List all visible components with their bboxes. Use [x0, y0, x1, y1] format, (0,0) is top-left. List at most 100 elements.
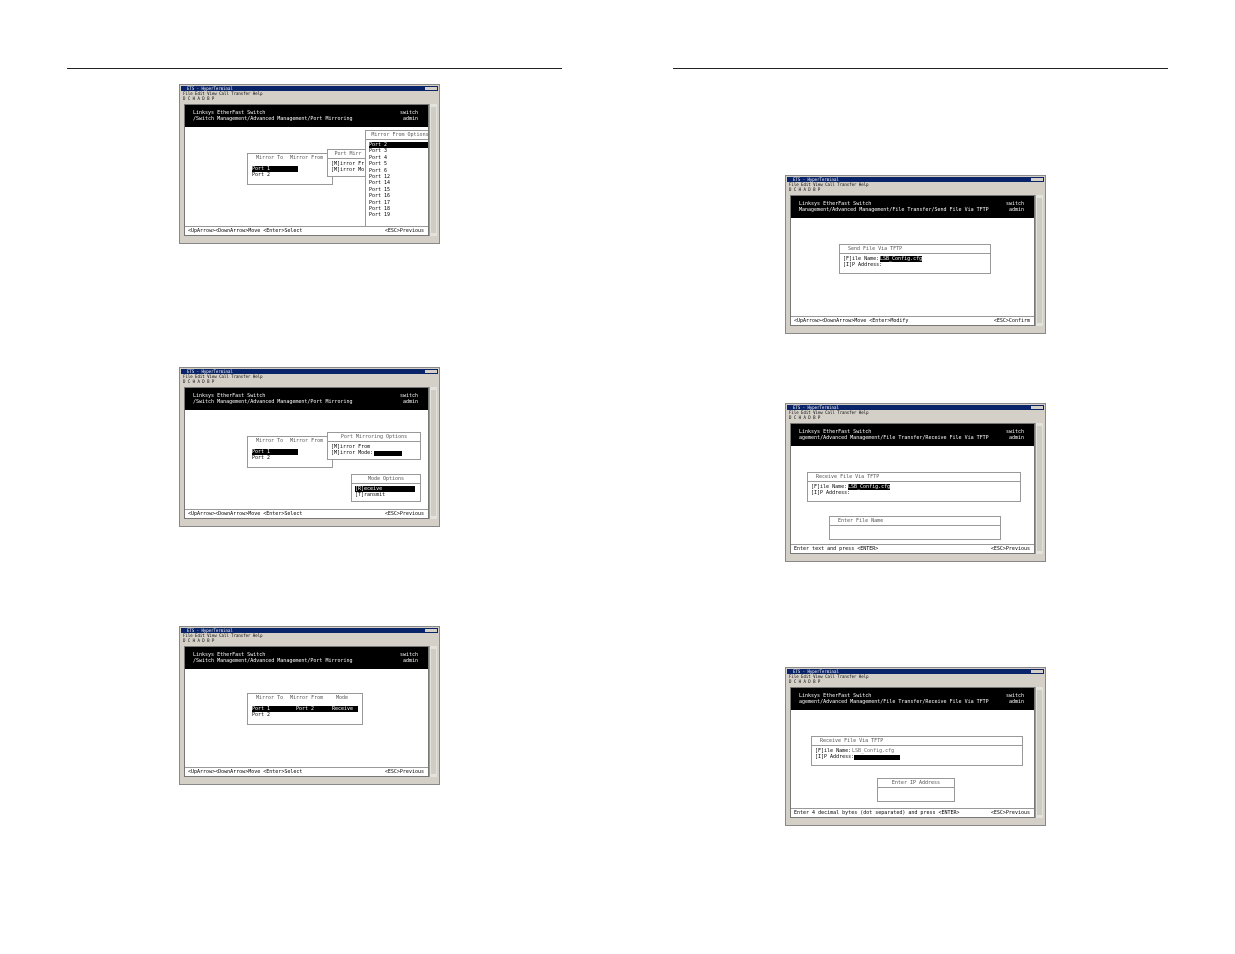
status-bar: Enter 4 decimal bytes (dot separated) an…: [791, 808, 1034, 817]
status-back: <ESC>Previous: [384, 228, 424, 234]
username: admin: [402, 116, 418, 122]
file-name-value[interactable]: LSB_Config.cfg: [848, 484, 891, 490]
status-hint: Enter 4 decimal bytes (dot separated) an…: [794, 810, 960, 816]
scrollbar[interactable]: [1035, 195, 1043, 326]
ip-address-label[interactable]: [I]P Address:: [843, 262, 882, 268]
toolbar[interactable]: D C H A D B P: [787, 679, 1044, 685]
window-controls[interactable]: [425, 629, 437, 632]
status-nav: <UpArrow><DownArrow>Move <Enter>Select: [188, 228, 303, 234]
terminal-area[interactable]: Linksys EtherFast Switch agement/Advance…: [790, 423, 1035, 554]
screenshot-receive-file-enter-ip: ETS - HyperTerminal File Edit View Call …: [785, 667, 1046, 826]
port-list-item[interactable]: Port 3: [369, 148, 387, 154]
menu-path: /Switch Management/Advanced Management/P…: [193, 658, 353, 664]
toolbar[interactable]: D C H A D B P: [181, 379, 438, 385]
port-list-item[interactable]: Port 14: [369, 180, 390, 186]
window-controls[interactable]: [425, 370, 437, 373]
scrollbar[interactable]: [429, 104, 437, 236]
terminal-header: Linksys EtherFast Switch agement/Advance…: [791, 424, 1034, 446]
table-row[interactable]: Port 2: [252, 455, 270, 461]
mode-option-transmit[interactable]: [T]ransmit: [355, 492, 385, 498]
port-list-item[interactable]: Port 2: [369, 142, 428, 148]
terminal-header: Linksys EtherFast Switch /Switch Managem…: [185, 388, 428, 410]
col-mirror-to: Mirror To: [256, 695, 284, 701]
status-hint: Enter text and press <ENTER>: [794, 546, 879, 552]
port-list-item[interactable]: Port 5: [369, 161, 387, 167]
status-back: <ESC>Previous: [990, 546, 1030, 552]
page-rule-left: [67, 68, 562, 69]
mirror-table: Mirror To Mirror From Port 1 Port 2: [247, 436, 333, 468]
port-list-item[interactable]: Port 12: [369, 174, 390, 180]
screenshot-port-mirroring-mode: ETS - HyperTerminal File Edit View Call …: [179, 367, 440, 527]
mirror-mode-field[interactable]: [374, 451, 402, 456]
port-list-item[interactable]: Port 16: [369, 193, 390, 199]
prompt-title: Enter File Name: [830, 517, 1000, 526]
port-mirroring-options: Port Mirroring Options [M]irror From [M]…: [327, 432, 421, 460]
terminal-header: Linksys EtherFast Switch /Switch Managem…: [185, 647, 428, 669]
port-list-item[interactable]: Port 17: [369, 200, 390, 206]
file-name-value[interactable]: LSB_Config.cfg: [852, 748, 894, 754]
row-mode: Receive: [332, 706, 354, 712]
port-list-item[interactable]: Port 18: [369, 206, 390, 212]
username: admin: [402, 399, 418, 405]
ip-address-label[interactable]: [I]P Address:: [811, 490, 850, 496]
status-confirm: <ESC>Confirm: [993, 318, 1030, 324]
menu-path: Management/Advanced Management/File Tran…: [799, 207, 989, 213]
table-row[interactable]: Port 2: [252, 172, 270, 178]
file-name-input[interactable]: [833, 528, 993, 534]
toolbar[interactable]: D C H A D B P: [181, 638, 438, 644]
window-controls[interactable]: [1031, 670, 1043, 673]
port-list-item[interactable]: Port 4: [369, 155, 387, 161]
terminal-area[interactable]: Linksys EtherFast Switch /Switch Managem…: [184, 104, 429, 236]
username: admin: [1008, 207, 1024, 213]
terminal-area[interactable]: Linksys EtherFast Switch Management/Adva…: [790, 195, 1035, 326]
status-nav: <UpArrow><DownArrow>Move <Enter>Select: [188, 769, 303, 775]
screenshot-send-file-tftp: ETS - HyperTerminal File Edit View Call …: [785, 175, 1046, 334]
port-list-item[interactable]: Port 6: [369, 168, 387, 174]
terminal-area[interactable]: Linksys EtherFast Switch /Switch Managem…: [184, 646, 429, 777]
menu-path: agement/Advanced Management/File Transfe…: [799, 699, 989, 705]
scrollbar[interactable]: [1035, 687, 1043, 818]
receive-file-box: Receive File Via TFTP [F]ile Name: LSB_C…: [811, 736, 1023, 766]
username: admin: [1008, 435, 1024, 441]
terminal-header: Linksys EtherFast Switch agement/Advance…: [791, 688, 1034, 710]
table-row[interactable]: Port 2: [252, 712, 270, 718]
col-mode: Mode: [336, 695, 349, 701]
screenshot-port-mirroring-from-options: ETS - HyperTerminal File Edit View Call …: [179, 84, 440, 244]
toolbar[interactable]: D C H A D B P: [787, 187, 1044, 193]
window-controls[interactable]: [1031, 178, 1043, 181]
status-back: <ESC>Previous: [384, 769, 424, 775]
terminal-area[interactable]: Linksys EtherFast Switch agement/Advance…: [790, 687, 1035, 818]
ip-address-input[interactable]: [881, 790, 949, 796]
screenshot-port-mirroring-result: ETS - HyperTerminal File Edit View Call …: [179, 626, 440, 785]
terminal-header: Linksys EtherFast Switch Management/Adva…: [791, 196, 1034, 218]
mode-options: Mode Options [R]eceive [T]ransmit: [351, 474, 421, 502]
status-back: <ESC>Previous: [384, 511, 424, 517]
status-bar: <UpArrow><DownArrow>Move <Enter>Modify <…: [791, 316, 1034, 325]
option-mirror-mode[interactable]: [M]irror Mo: [331, 167, 364, 173]
port-list-item[interactable]: Port 19: [369, 212, 390, 218]
window-controls[interactable]: [1031, 406, 1043, 409]
option-mirror-mode[interactable]: [M]irror Mode:: [331, 450, 373, 456]
status-back: <ESC>Previous: [990, 810, 1030, 816]
receive-file-title: Receive File Via TFTP: [812, 737, 1022, 746]
ip-address-field[interactable]: [854, 755, 900, 760]
window-controls[interactable]: [425, 87, 437, 90]
status-nav: <UpArrow><DownArrow>Move <Enter>Modify: [794, 318, 909, 324]
page-rule-right: [673, 68, 1168, 69]
port-list-item[interactable]: Port 15: [369, 187, 390, 193]
col-mirror-to: Mirror To: [256, 438, 284, 444]
scrollbar[interactable]: [429, 387, 437, 519]
terminal-area[interactable]: Linksys EtherFast Switch /Switch Managem…: [184, 387, 429, 519]
prompt-title: Enter IP Address: [878, 779, 954, 788]
col-mirror-from: Mirror From: [290, 695, 324, 701]
mirror-table: Mirror To Mirror From Mode Port 1 Port 2…: [247, 693, 363, 725]
scrollbar[interactable]: [1035, 423, 1043, 554]
file-name-value[interactable]: LSB_Config.cfg: [880, 256, 923, 262]
scrollbar[interactable]: [429, 646, 437, 777]
toolbar[interactable]: D C H A D B P: [181, 96, 438, 102]
enter-ip-prompt: Enter IP Address: [877, 778, 955, 802]
send-file-box: Send File Via TFTP [F]ile Name: LSB_Conf…: [839, 244, 991, 274]
options-title: Port Mirr: [328, 150, 368, 159]
toolbar[interactable]: D C H A D B P: [787, 415, 1044, 421]
ip-address-label[interactable]: [I]P Address:: [815, 754, 854, 760]
